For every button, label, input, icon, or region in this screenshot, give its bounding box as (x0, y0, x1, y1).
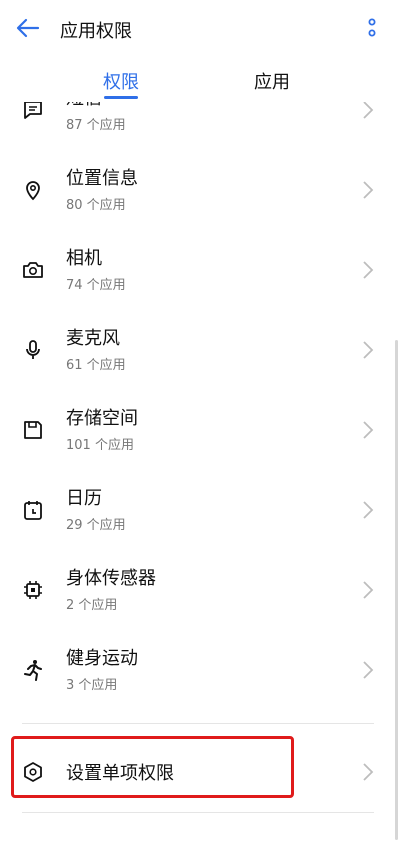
permission-count: 87 个应用 (66, 118, 126, 133)
message-icon (22, 102, 44, 121)
section-divider (22, 723, 374, 724)
back-arrow-icon[interactable] (14, 16, 42, 40)
permission-count: 61 个应用 (66, 358, 126, 373)
permission-name: 日历 (66, 488, 102, 509)
chevron-right-icon (362, 762, 374, 782)
chevron-right-icon (362, 420, 374, 440)
tab-permissions[interactable]: 权限 (103, 68, 139, 94)
hexagon-settings-icon (22, 761, 44, 783)
scrollbar[interactable] (395, 340, 398, 840)
permission-item-sms[interactable]: 短信 87 个应用 (0, 102, 400, 150)
tab-indicator (104, 96, 138, 99)
storage-icon (22, 419, 44, 441)
permission-item-calendar[interactable]: 日历 29 个应用 (0, 470, 400, 550)
chevron-right-icon (362, 102, 374, 120)
chevron-right-icon (362, 260, 374, 280)
permission-item-microphone[interactable]: 麦克风 61 个应用 (0, 310, 400, 390)
calendar-icon (22, 499, 44, 521)
tab-apps[interactable]: 应用 (254, 68, 290, 94)
page-title: 应用权限 (60, 21, 132, 42)
permission-count: 80 个应用 (66, 198, 126, 213)
permission-list: 短信 87 个应用 位置信息 80 个应用 相机 74 个应用 麦克风 61 个… (0, 102, 400, 848)
permission-item-location[interactable]: 位置信息 80 个应用 (0, 150, 400, 230)
permission-name: 麦克风 (66, 328, 120, 349)
chevron-right-icon (362, 580, 374, 600)
tab-bar: 权限 应用 (0, 58, 400, 102)
running-icon (22, 659, 44, 681)
chevron-right-icon (362, 660, 374, 680)
permission-count: 2 个应用 (66, 598, 118, 613)
permission-count: 3 个应用 (66, 678, 118, 693)
chevron-right-icon (362, 500, 374, 520)
permission-count: 74 个应用 (66, 278, 126, 293)
microphone-icon (22, 339, 44, 361)
permission-item-fitness[interactable]: 健身运动 3 个应用 (0, 630, 400, 710)
permission-item-body-sensors[interactable]: 身体传感器 2 个应用 (0, 550, 400, 630)
set-single-permission-label: 设置单项权限 (66, 763, 174, 784)
permission-count: 29 个应用 (66, 518, 126, 533)
permission-name: 相机 (66, 248, 102, 269)
permission-name: 健身运动 (66, 648, 138, 669)
more-vertical-icon[interactable] (366, 16, 378, 40)
chip-icon (22, 579, 44, 601)
permission-item-camera[interactable]: 相机 74 个应用 (0, 230, 400, 310)
location-icon (22, 179, 44, 201)
camera-icon (22, 259, 44, 281)
permission-count: 101 个应用 (66, 438, 134, 453)
permission-name: 短信 (66, 102, 102, 110)
set-single-permission-item[interactable]: 设置单项权限 (0, 732, 400, 812)
permission-name: 位置信息 (66, 168, 138, 189)
chevron-right-icon (362, 180, 374, 200)
permission-name: 身体传感器 (66, 568, 156, 589)
permission-name: 存储空间 (66, 408, 138, 429)
permission-item-storage[interactable]: 存储空间 101 个应用 (0, 390, 400, 470)
bottom-divider (22, 812, 374, 813)
app-header: 应用权限 (0, 0, 400, 58)
chevron-right-icon (362, 340, 374, 360)
